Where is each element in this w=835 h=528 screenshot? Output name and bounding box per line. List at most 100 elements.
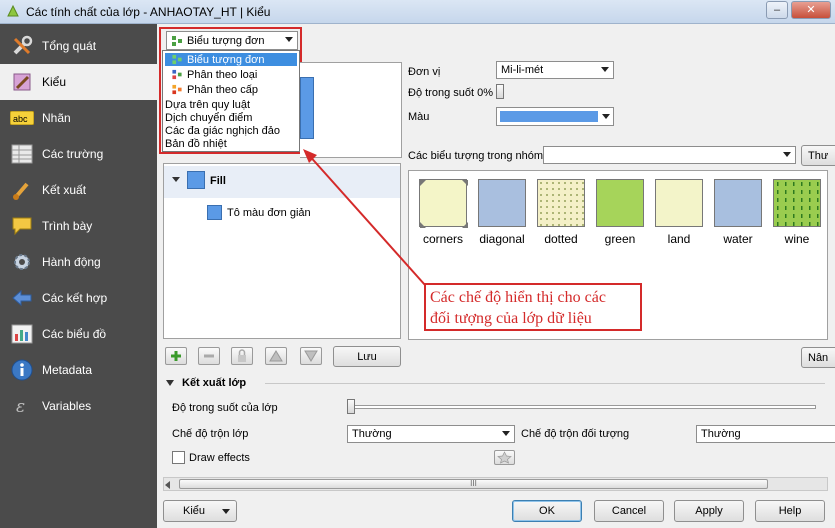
wrench-icon xyxy=(9,35,35,57)
annotation-callout: Các chế độ hiển thị cho các đối tượng củ… xyxy=(424,283,642,331)
sidebar-item-display[interactable]: Trình bày xyxy=(0,208,157,244)
color-label: Màu xyxy=(408,111,430,123)
fill-symbol-swatch xyxy=(187,171,205,189)
symbol-green[interactable] xyxy=(596,179,644,227)
speech-bubble-icon xyxy=(9,215,35,237)
collapse-arrow-icon[interactable] xyxy=(172,177,180,182)
lock-layer-button[interactable] xyxy=(231,347,253,365)
symbol-label: land xyxy=(667,232,691,246)
paintbrush-icon xyxy=(9,71,35,93)
annotation-text-line1: Các chế độ hiển thị cho các xyxy=(430,289,606,306)
save-style-button[interactable]: Lưu xyxy=(333,346,401,367)
layer-opacity-label: Độ trong suốt của lớp xyxy=(172,402,278,414)
tree-layer-label: Fill xyxy=(210,175,226,187)
style-menu-button[interactable]: Kiểu xyxy=(163,500,237,522)
info-icon xyxy=(9,359,35,381)
collapse-arrow-icon[interactable] xyxy=(166,380,174,386)
add-layer-button[interactable] xyxy=(165,347,187,365)
layer-rendering-title: Kết xuất lớp xyxy=(182,377,247,389)
draw-effects-label: Draw effects xyxy=(189,452,250,464)
close-button[interactable]: ✕ xyxy=(791,1,831,19)
star-icon xyxy=(497,451,512,464)
chevron-down-icon xyxy=(602,114,610,119)
open-library-button[interactable]: Thư xyxy=(801,145,835,166)
ok-button[interactable]: OK xyxy=(512,500,582,522)
annotation-text-line2: đối tượng của lớp dữ liệu xyxy=(430,310,592,327)
sidebar-item-label: Tổng quát xyxy=(42,39,97,53)
symbol-group-combo[interactable] xyxy=(543,146,796,164)
scroll-thumb[interactable]: III xyxy=(179,479,768,489)
section-divider xyxy=(265,383,825,384)
chevron-down-icon xyxy=(502,431,510,436)
scroll-left-arrow-icon[interactable] xyxy=(165,481,170,489)
effects-settings-button[interactable] xyxy=(494,450,515,465)
plus-icon xyxy=(171,351,181,361)
sidebar-item-label: Kết xuất xyxy=(42,183,87,197)
layer-opacity-slider-thumb[interactable] xyxy=(347,399,355,414)
minus-icon xyxy=(204,354,214,358)
symbol-land[interactable] xyxy=(655,179,703,227)
triangle-up-icon xyxy=(269,350,283,362)
title-bar: Các tính chất của lớp - ANHAOTAY_HT | Ki… xyxy=(0,0,835,24)
blend-feature-label: Chế độ trộn đối tượng xyxy=(521,428,630,440)
sidebar-item-label: Variables xyxy=(42,399,92,413)
join-icon xyxy=(9,287,35,309)
sidebar-item-metadata[interactable]: Metadata xyxy=(0,352,157,388)
symbol-wine[interactable] xyxy=(773,179,822,228)
symbol-label: wine xyxy=(784,232,810,246)
unit-label: Đơn vị xyxy=(408,66,441,78)
help-button[interactable]: Help xyxy=(755,500,825,522)
sidebar-item-labels[interactable]: abc Nhãn xyxy=(0,100,157,136)
window-title: Các tính chất của lớp - ANHAOTAY_HT | Ki… xyxy=(26,5,271,19)
sidebar-item-general[interactable]: Tổng quát xyxy=(0,28,157,64)
sidebar-item-variables[interactable]: ε Variables xyxy=(0,388,157,424)
svg-text:ε: ε xyxy=(16,397,25,417)
lock-icon xyxy=(238,349,246,362)
horizontal-scrollbar[interactable]: III xyxy=(163,477,828,491)
brush-render-icon xyxy=(9,179,35,201)
chevron-down-icon xyxy=(601,67,609,72)
simple-fill-swatch xyxy=(207,205,222,220)
cancel-button[interactable]: Cancel xyxy=(594,500,664,522)
draw-effects-checkbox[interactable] xyxy=(172,451,185,464)
symbol-label: water xyxy=(723,232,753,246)
unit-combo[interactable]: Mi-li-mét xyxy=(496,61,614,79)
move-down-button[interactable] xyxy=(300,347,322,365)
opacity-slider-thumb[interactable] xyxy=(496,84,504,99)
sidebar-item-label: Các kết hợp xyxy=(42,291,108,305)
diagram-icon xyxy=(9,323,35,345)
variables-icon: ε xyxy=(9,395,35,417)
move-up-button[interactable] xyxy=(265,347,287,365)
blend-feature-combo[interactable]: Thường xyxy=(696,425,835,443)
symbol-preview-panel xyxy=(300,62,402,158)
minimize-button[interactable]: – xyxy=(766,1,788,19)
sidebar-item-label: Hành động xyxy=(42,255,101,269)
symbol-dotted[interactable] xyxy=(537,179,586,228)
sidebar-item-joins[interactable]: Các kết hợp xyxy=(0,280,157,316)
sidebar-item-diagrams[interactable]: Các biểu đồ xyxy=(0,316,157,352)
sidebar-item-actions[interactable]: Hành động xyxy=(0,244,157,280)
svg-text:abc: abc xyxy=(13,114,28,124)
advanced-button[interactable]: Nân xyxy=(801,347,835,368)
symbol-diagonal[interactable] xyxy=(478,179,526,227)
apply-button[interactable]: Apply xyxy=(674,500,744,522)
gear-action-icon xyxy=(9,251,35,273)
triangle-down-icon xyxy=(304,350,318,362)
opacity-label: Độ trong suốt 0% xyxy=(408,87,493,99)
blend-layer-combo[interactable]: Thường xyxy=(347,425,515,443)
color-button[interactable] xyxy=(496,107,614,126)
sidebar-item-fields[interactable]: Các trường xyxy=(0,136,157,172)
layer-opacity-slider[interactable] xyxy=(348,405,816,409)
sidebar-item-style[interactable]: Kiểu xyxy=(0,64,157,100)
chevron-down-icon xyxy=(783,152,791,157)
sidebar-item-rendering[interactable]: Kết xuất xyxy=(0,172,157,208)
qgis-app-icon xyxy=(7,4,19,17)
abc-label-icon: abc xyxy=(9,107,35,129)
chevron-down-icon xyxy=(222,509,230,514)
symbol-water[interactable] xyxy=(714,179,762,227)
blend-layer-label: Chế độ trộn lớp xyxy=(172,428,249,440)
remove-layer-button[interactable] xyxy=(198,347,220,365)
color-swatch xyxy=(500,111,598,122)
symbol-label: green xyxy=(604,232,636,246)
sidebar-item-label: Các trường xyxy=(42,147,104,161)
